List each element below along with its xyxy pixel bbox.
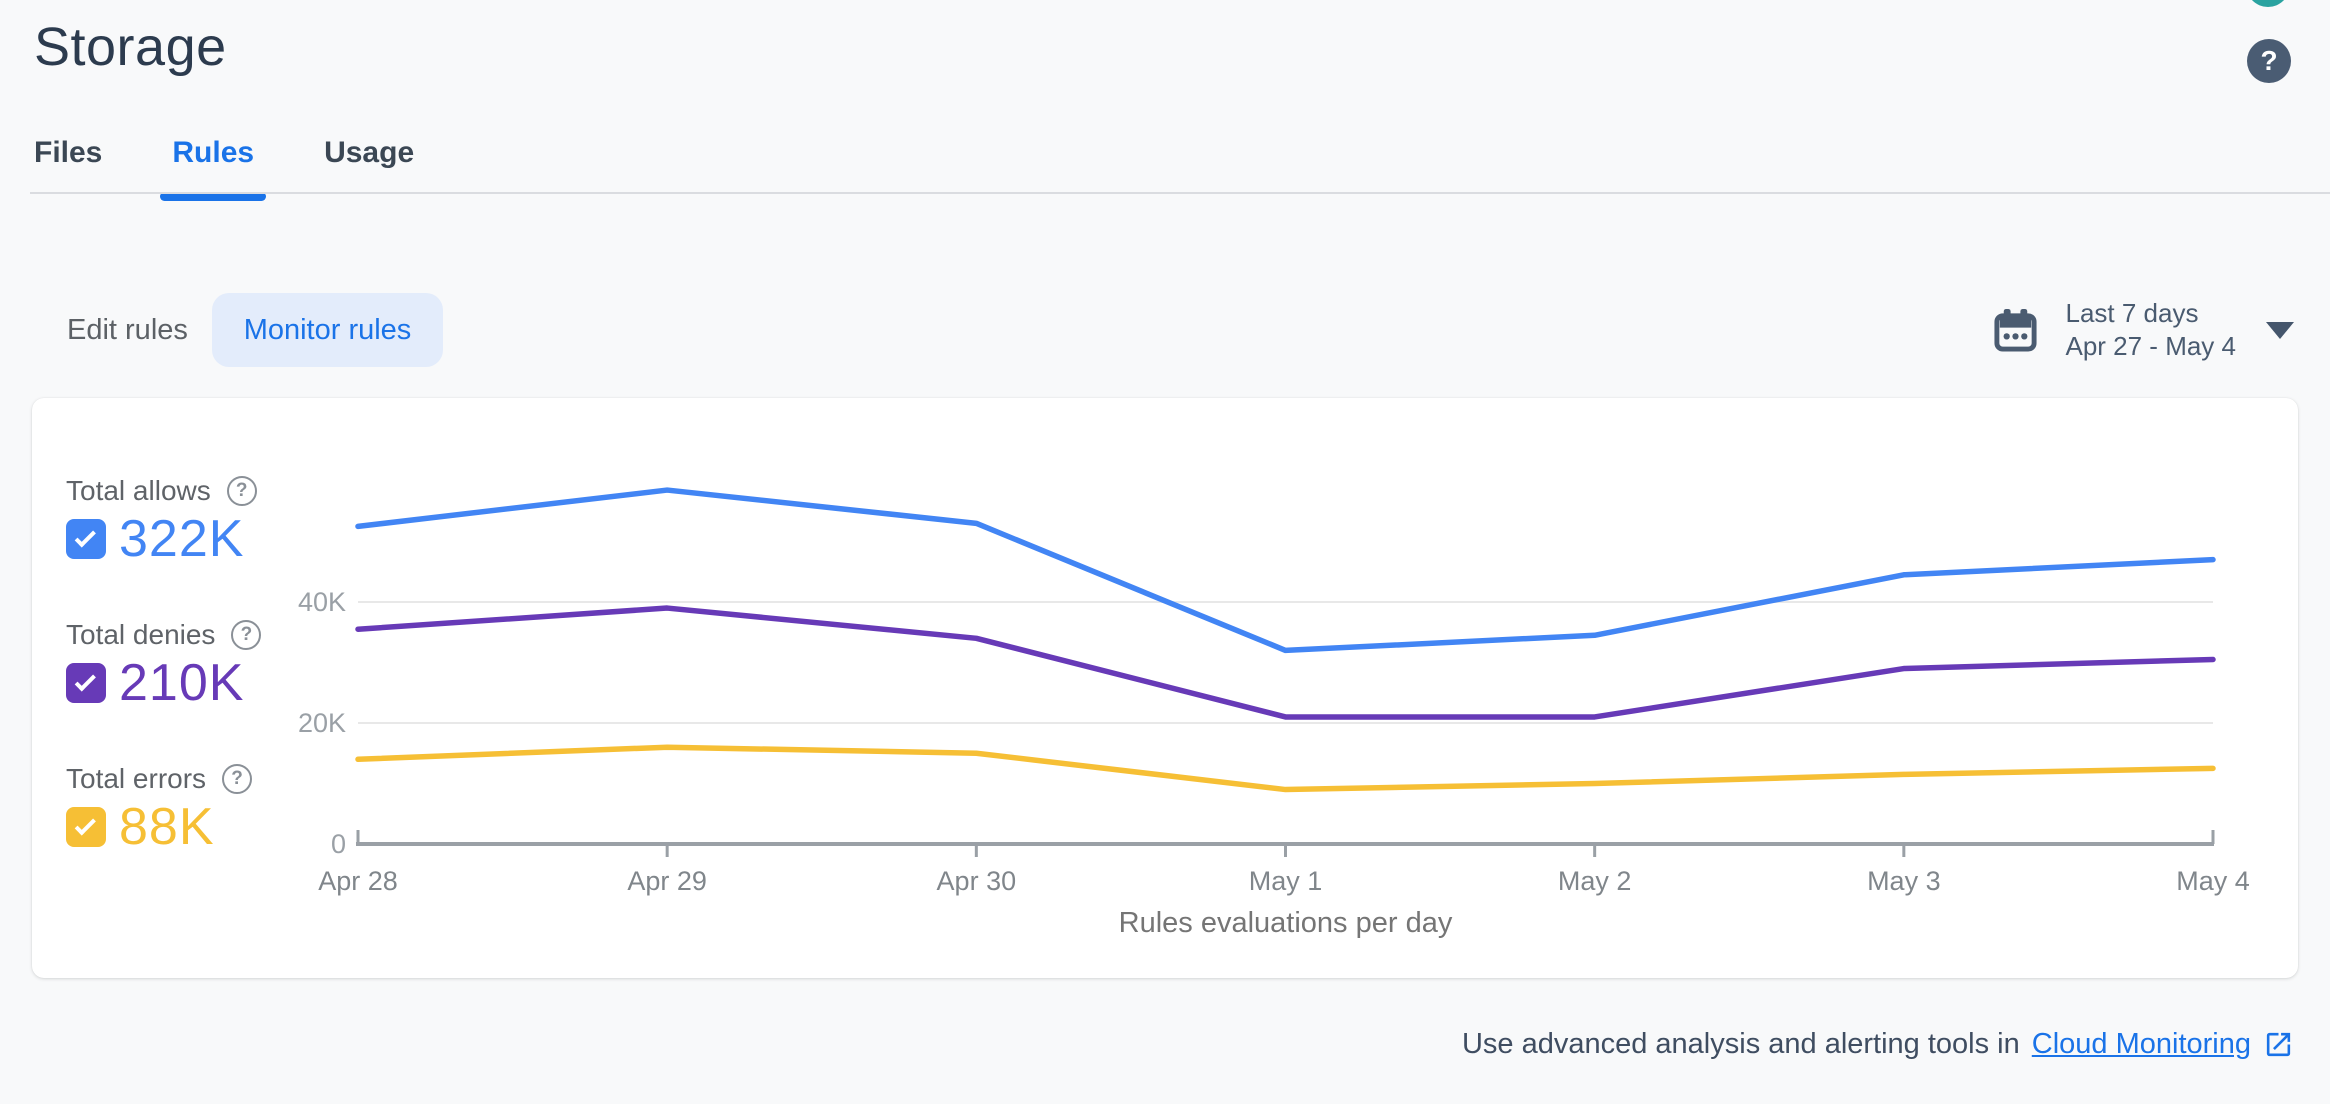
legend-value: 322K [119,510,245,568]
tab-usage[interactable]: Usage [324,136,414,196]
tab-rules[interactable]: Rules [160,136,267,201]
svg-text:Apr 30: Apr 30 [937,866,1017,896]
date-range-dates: Apr 27 - May 4 [2065,331,2236,361]
cloud-monitoring-link[interactable]: Cloud Monitoring [2032,1028,2251,1061]
cropped-avatar-icon[interactable] [2246,0,2290,7]
page-title: Storage [34,17,227,77]
dropdown-arrow-icon [2266,321,2294,339]
legend-label: Total allows [66,475,211,506]
help-icon[interactable]: ? [226,476,257,506]
cloud-monitoring-footer: Use advanced analysis and alerting tools… [1462,1028,2294,1061]
edit-rules-button[interactable]: Edit rules [67,293,188,367]
external-link-icon[interactable] [2263,1029,2294,1060]
svg-text:May 1: May 1 [1249,866,1323,896]
svg-text:20K: 20K [298,708,346,738]
legend-value: 210K [119,654,245,712]
monitor-rules-button[interactable]: Monitor rules [212,293,443,367]
help-icon[interactable]: ? [231,620,262,650]
svg-text:40K: 40K [298,587,346,617]
storage-rules-monitor-page: { "header": { "title": "Storage", "help_… [0,0,2330,1104]
calendar-icon [1994,308,2038,352]
svg-text:Apr 28: Apr 28 [318,866,398,896]
legend-item-total-denies: Total denies ? 210K [66,618,356,712]
tab-bar: Files Rules Usage [34,136,414,201]
tab-files[interactable]: Files [34,136,102,196]
svg-text:Rules evaluations per day: Rules evaluations per day [1119,907,1453,939]
legend-label: Total denies [66,619,216,650]
rules-evaluation-card: 0 20K 40K Apr 28 Apr 29 Apr 30 May 1 May 2 May 3… [32,398,2298,978]
date-range-preset: Last 7 days [2065,298,2199,328]
legend-item-total-errors: Total errors ? 88K [66,762,356,856]
svg-text:May 2: May 2 [1558,866,1632,896]
legend-value: 88K [119,798,215,856]
help-icon[interactable]: ? [222,764,253,794]
legend-label: Total errors [66,763,207,794]
legend-checkbox-denies[interactable] [66,663,106,703]
legend-item-total-allows: Total allows ? 322K [66,474,356,568]
svg-text:May 3: May 3 [1867,866,1941,896]
tab-rules-label: Rules [172,136,255,169]
help-icon[interactable]: ? [2247,39,2291,83]
checkmark-icon [74,526,96,548]
tab-divider [30,192,2330,194]
svg-text:Apr 29: Apr 29 [627,866,707,896]
rules-evaluations-chart: 020K40KApr 28 Apr 29 Apr 30 May 1 May 2 May 3… [298,487,2250,939]
date-range-selector[interactable]: Last 7 days Apr 27 - May 4 [1992,293,2294,367]
date-range-text: Last 7 days Apr 27 - May 4 [2065,297,2236,363]
svg-text:May 4: May 4 [2176,866,2250,896]
legend-checkbox-allows[interactable] [66,519,106,559]
footer-text: Use advanced analysis and alerting tools… [1461,1028,2020,1060]
legend-checkbox-errors[interactable] [66,807,106,847]
checkmark-icon [74,670,96,692]
checkmark-icon [74,814,96,836]
controls-row: Edit rules Monitor rules Last 7 days Apr… [0,293,2330,367]
